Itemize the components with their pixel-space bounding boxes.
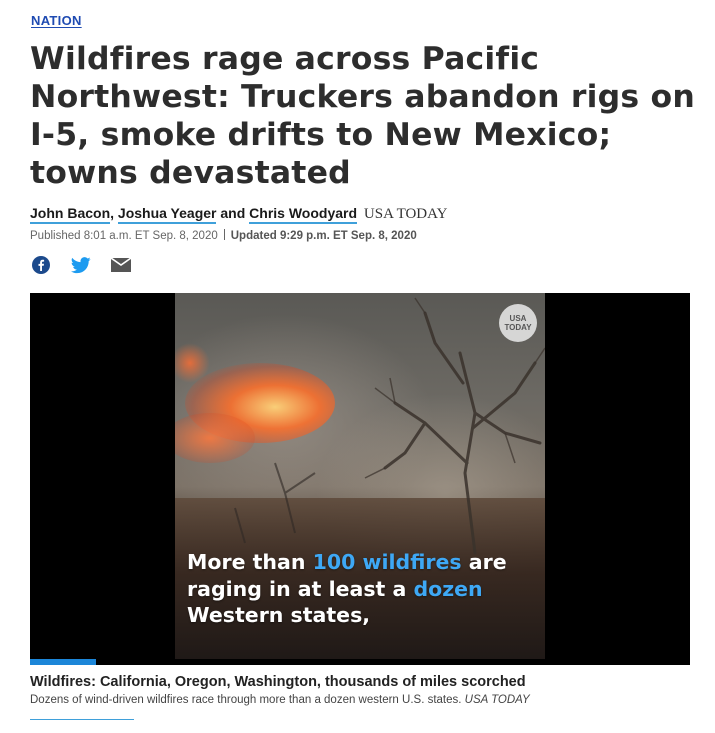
email-icon[interactable] <box>111 255 131 275</box>
author-link-chris-woodyard[interactable]: Chris Woodyard <box>249 205 358 224</box>
video-credit: USA TODAY <box>464 694 530 706</box>
byline-and: and <box>220 205 246 221</box>
video-progress-bar[interactable] <box>30 659 690 665</box>
byline: John Bacon, Joshua Yeager and Chris Wood… <box>30 205 448 224</box>
timestamps: Published 8:01 a.m. ET Sep. 8, 2020 Updat… <box>30 229 417 242</box>
updated-time: Updated 9:29 p.m. ET Sep. 8, 2020 <box>230 230 417 242</box>
overlay-highlight: dozen <box>413 576 483 601</box>
badge-line: USA <box>509 314 527 323</box>
twitter-icon[interactable] <box>71 255 91 275</box>
published-time: Published 8:01 a.m. ET Sep. 8, 2020 <box>30 230 218 242</box>
author-link-john-bacon[interactable]: John Bacon <box>30 205 111 224</box>
video-description: Dozens of wind-driven wildfires race thr… <box>30 694 530 706</box>
facebook-icon[interactable] <box>31 255 51 275</box>
section-link-nation[interactable]: NATION <box>31 13 82 28</box>
author-link-joshua-yeager[interactable]: Joshua Yeager <box>117 205 217 224</box>
article-headline: Wildfires rage across Pacific Northwest:… <box>30 41 695 191</box>
badge-line: TODAY <box>504 323 532 332</box>
video-description-text: Dozens of wind-driven wildfires race thr… <box>30 694 462 706</box>
share-bar <box>31 255 131 275</box>
byline-separator: , <box>110 205 115 221</box>
timestamp-divider <box>223 229 225 240</box>
video-caption-overlay: More than 100 wildfires are raging in at… <box>187 549 537 629</box>
overlay-text: Western states, <box>187 603 371 627</box>
video-progress-fill <box>30 659 96 665</box>
byline-outlet: USA TODAY <box>363 206 448 222</box>
overlay-text: More than <box>187 550 313 574</box>
video-frame: USA TODAY More than 100 wildfires are ra… <box>175 293 545 665</box>
video-player[interactable]: USA TODAY More than 100 wildfires are ra… <box>30 293 690 665</box>
divider-rule <box>30 719 134 720</box>
usa-today-logo: USA TODAY <box>499 304 537 342</box>
video-title: Wildfires: California, Oregon, Washingto… <box>30 674 526 690</box>
overlay-highlight: 100 wildfires <box>312 550 462 574</box>
